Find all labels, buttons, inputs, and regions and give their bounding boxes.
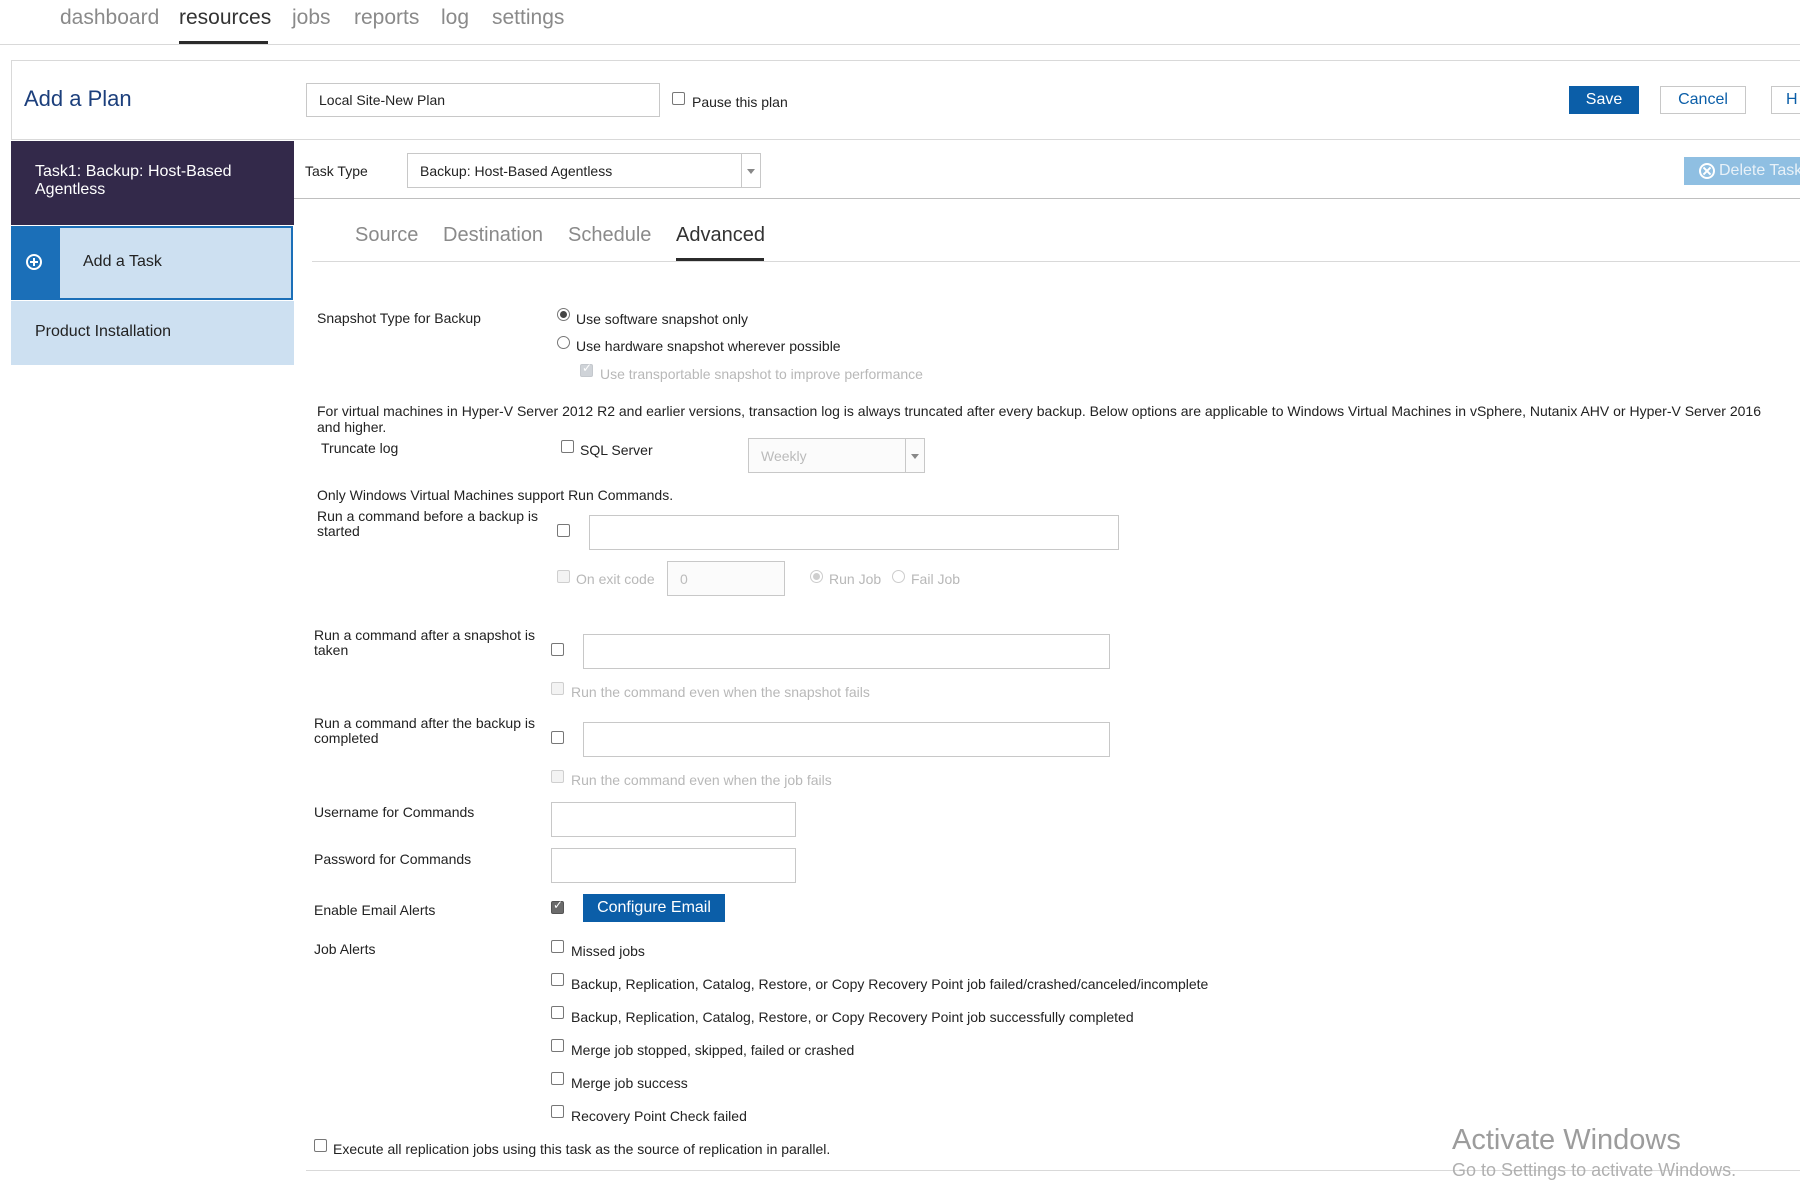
divider xyxy=(294,198,1800,199)
alert-merge-failed-checkbox[interactable] xyxy=(551,1039,564,1052)
hyperv-note: For virtual machines in Hyper-V Server 2… xyxy=(317,403,1761,435)
tab-destination[interactable]: Destination xyxy=(443,224,543,247)
activate-windows-subtext: Go to Settings to activate Windows. xyxy=(1452,1160,1737,1180)
top-nav: dashboard resources jobs reports log set… xyxy=(0,0,1800,45)
task-type-select[interactable]: Backup: Host-Based Agentless xyxy=(407,153,761,188)
truncate-frequency-select[interactable]: Weekly xyxy=(748,438,925,473)
tab-divider xyxy=(312,261,1800,262)
task-type-label: Task Type xyxy=(305,163,368,179)
fail-job-radio[interactable] xyxy=(892,570,905,583)
tab-source[interactable]: Source xyxy=(355,224,418,247)
exit-code-input[interactable] xyxy=(667,561,785,596)
username-label: Username for Commands xyxy=(314,804,475,820)
pause-plan-label: Pause this plan xyxy=(692,94,788,110)
run-even-job-fails-label: Run the command even when the job fails xyxy=(571,772,832,788)
hardware-snapshot-label: Use hardware snapshot wherever possible xyxy=(576,338,841,354)
job-alerts-label: Job Alerts xyxy=(314,941,376,957)
truncate-frequency-value: Weekly xyxy=(761,447,807,464)
run-even-snapshot-fails-label: Run the command even when the snapshot f… xyxy=(571,684,870,700)
chevron-down-icon xyxy=(905,439,924,472)
close-circle-icon xyxy=(1699,163,1715,179)
product-installation-label: Product Installation xyxy=(35,323,172,340)
activate-windows-watermark: Activate Windows xyxy=(1452,1124,1681,1156)
run-even-snapshot-fails-checkbox[interactable] xyxy=(551,682,564,695)
on-exit-code-checkbox[interactable] xyxy=(557,570,570,583)
alert-job-success-label: Backup, Replication, Catalog, Restore, o… xyxy=(571,1009,1134,1025)
nav-active-indicator xyxy=(179,41,268,44)
alert-recovery-check-checkbox[interactable] xyxy=(551,1105,564,1118)
pause-plan-checkbox[interactable] xyxy=(672,92,685,105)
cancel-button[interactable]: Cancel xyxy=(1660,86,1746,114)
sidebar-item-product-installation[interactable]: Product Installation xyxy=(11,301,294,365)
fail-job-label: Fail Job xyxy=(911,571,961,587)
alert-merge-failed-label: Merge job stopped, skipped, failed or cr… xyxy=(571,1042,855,1058)
nav-reports[interactable]: reports xyxy=(354,6,419,30)
password-input[interactable] xyxy=(551,848,796,883)
chevron-down-icon xyxy=(741,154,760,187)
task-type-value: Backup: Host-Based Agentless xyxy=(420,162,613,179)
tab-schedule[interactable]: Schedule xyxy=(568,224,651,247)
alert-job-failed-checkbox[interactable] xyxy=(551,973,564,986)
run-commands-note: Only Windows Virtual Machines support Ru… xyxy=(317,487,674,503)
run-after-snapshot-input[interactable] xyxy=(583,634,1110,669)
add-task-icon-area xyxy=(13,228,60,298)
alert-merge-success-checkbox[interactable] xyxy=(551,1072,564,1085)
run-job-label: Run Job xyxy=(829,571,882,587)
email-alerts-checkbox[interactable] xyxy=(551,898,564,914)
add-task-button[interactable]: Add a Task xyxy=(11,226,293,300)
run-before-checkbox[interactable] xyxy=(557,524,570,537)
sql-server-checkbox[interactable] xyxy=(561,440,574,453)
plan-name-input[interactable] xyxy=(306,83,660,117)
run-after-backup-label: Run a command after the backup is comple… xyxy=(314,715,536,746)
nav-jobs[interactable]: jobs xyxy=(292,6,331,30)
alert-recovery-check-label: Recovery Point Check failed xyxy=(571,1108,747,1124)
plan-header xyxy=(11,60,1800,140)
on-exit-code-label: On exit code xyxy=(576,571,655,587)
nav-resources[interactable]: resources xyxy=(179,6,271,30)
add-task-label: Add a Task xyxy=(83,253,162,270)
email-alerts-label: Enable Email Alerts xyxy=(314,902,436,918)
save-button[interactable]: Save xyxy=(1569,86,1639,114)
run-after-snapshot-label: Run a command after a snapshot is taken xyxy=(314,627,536,658)
configure-email-button[interactable]: Configure Email xyxy=(583,894,725,922)
alert-missed-jobs-checkbox[interactable] xyxy=(551,940,564,953)
sidebar-task-item[interactable]: Task1: Backup: Host-Based Agentless xyxy=(11,141,294,225)
run-before-label: Run a command before a backup is started xyxy=(317,508,539,539)
nav-settings[interactable]: settings xyxy=(492,6,564,30)
page-title: Add a Plan xyxy=(24,86,132,111)
hardware-snapshot-radio[interactable] xyxy=(557,336,570,349)
transportable-snapshot-label: Use transportable snapshot to improve pe… xyxy=(600,366,923,382)
parallel-replication-label: Execute all replication jobs using this … xyxy=(333,1141,831,1157)
nav-dashboard[interactable]: dashboard xyxy=(60,6,159,30)
password-label: Password for Commands xyxy=(314,851,472,867)
software-snapshot-label: Use software snapshot only xyxy=(576,311,748,327)
alert-job-failed-label: Backup, Replication, Catalog, Restore, o… xyxy=(571,976,1209,992)
help-button[interactable]: H xyxy=(1771,86,1800,114)
tab-advanced[interactable]: Advanced xyxy=(676,224,765,247)
run-before-command-input[interactable] xyxy=(589,515,1119,550)
alert-missed-jobs-label: Missed jobs xyxy=(571,943,645,959)
run-after-snapshot-checkbox[interactable] xyxy=(551,643,564,656)
sidebar-task-label: Task1: Backup: Host-Based Agentless xyxy=(35,163,232,198)
run-even-job-fails-checkbox[interactable] xyxy=(551,770,564,783)
sql-server-label: SQL Server xyxy=(580,442,653,458)
snapshot-type-label: Snapshot Type for Backup xyxy=(317,310,481,326)
run-after-backup-checkbox[interactable] xyxy=(551,731,564,744)
run-after-backup-input[interactable] xyxy=(583,722,1110,757)
nav-log[interactable]: log xyxy=(441,6,469,30)
alert-merge-success-label: Merge job success xyxy=(571,1075,688,1091)
delete-task-button[interactable]: Delete Task xyxy=(1684,157,1800,185)
software-snapshot-radio[interactable] xyxy=(557,308,570,321)
parallel-replication-checkbox[interactable] xyxy=(314,1139,327,1152)
delete-task-label: Delete Task xyxy=(1719,162,1800,179)
run-job-radio[interactable] xyxy=(810,570,823,583)
username-input[interactable] xyxy=(551,802,796,837)
transportable-snapshot-checkbox[interactable] xyxy=(580,361,593,377)
plus-circle-icon xyxy=(26,254,42,270)
alert-job-success-checkbox[interactable] xyxy=(551,1006,564,1019)
truncate-log-label: Truncate log xyxy=(321,440,399,456)
